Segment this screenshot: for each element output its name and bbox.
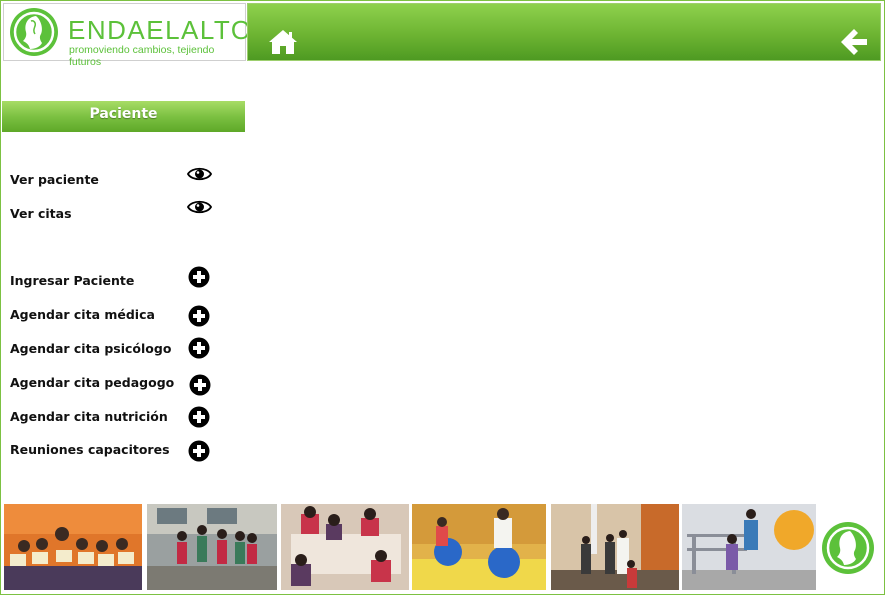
plus-circle-icon[interactable] — [188, 406, 210, 428]
plus-circle-icon[interactable] — [188, 305, 210, 327]
logo-face-icon — [10, 8, 58, 56]
photo-therapy-parallel-bars — [682, 504, 816, 590]
brand-name: ENDAELALTO — [68, 15, 253, 45]
photo-group-orange-room — [4, 504, 142, 590]
photo-hallway-group — [551, 504, 679, 590]
eye-icon[interactable] — [187, 199, 212, 215]
section-header-paciente: Paciente — [2, 101, 245, 132]
photo-children-jumping-outdoors — [147, 504, 277, 590]
menu-agendar-cita-nutricion[interactable]: Agendar cita nutrición — [10, 409, 168, 424]
plus-circle-icon[interactable] — [188, 337, 210, 359]
brand-logo[interactable]: ENDAELALTO promoviendo cambios, tejiendo… — [3, 3, 251, 68]
menu-agendar-cita-pedagogo[interactable]: Agendar cita pedagogo — [10, 375, 174, 390]
menu-reuniones-capacitores[interactable]: Reuniones capacitores — [10, 442, 170, 457]
arrow-left-icon[interactable] — [838, 26, 870, 58]
logo-face-icon — [822, 522, 874, 574]
top-navigation-bar — [247, 3, 881, 61]
eye-icon[interactable] — [187, 166, 212, 182]
plus-circle-icon[interactable] — [189, 374, 211, 396]
menu-ver-paciente[interactable]: Ver paciente — [10, 172, 99, 187]
home-icon[interactable] — [268, 28, 298, 56]
menu-agendar-cita-psicologo[interactable]: Agendar cita psicólogo — [10, 341, 171, 356]
photo-therapy-balls-room — [412, 504, 546, 590]
menu-ver-citas[interactable]: Ver citas — [10, 206, 72, 221]
menu-agendar-cita-medica[interactable]: Agendar cita médica — [10, 307, 155, 322]
brand-tagline: promoviendo cambios, tejiendo futuros — [69, 44, 215, 68]
plus-circle-icon[interactable] — [188, 266, 210, 288]
menu-ingresar-paciente[interactable]: Ingresar Paciente — [10, 273, 134, 288]
plus-circle-icon[interactable] — [188, 440, 210, 462]
photo-children-drawing-table — [281, 504, 409, 590]
